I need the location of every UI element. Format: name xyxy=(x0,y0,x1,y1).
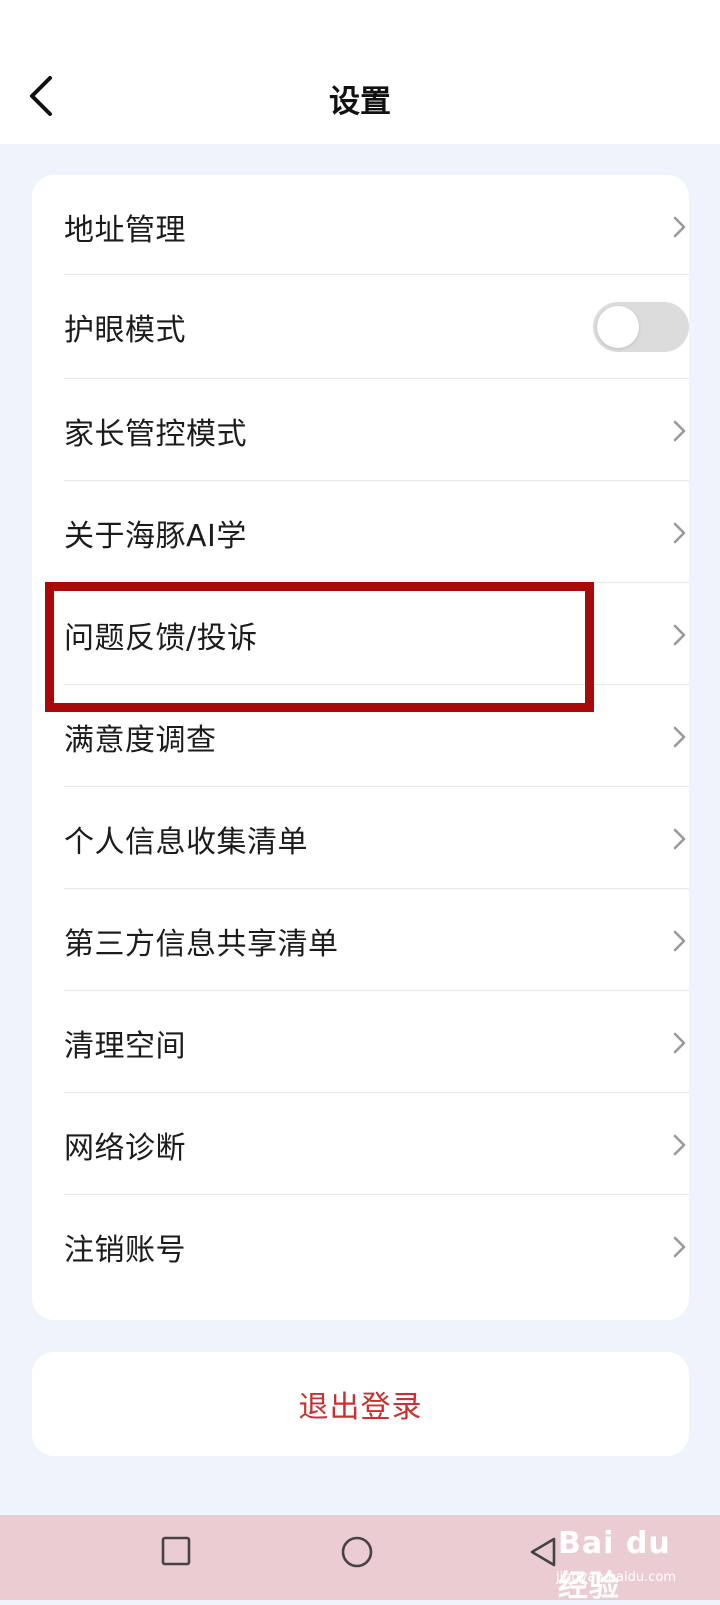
chevron-right-icon xyxy=(671,1232,689,1262)
chevron-right-icon xyxy=(671,1028,689,1058)
nav-recent-button[interactable] xyxy=(160,1535,192,1567)
settings-item-label: 关于海豚AI学 xyxy=(64,519,247,554)
chevron-right-icon xyxy=(671,416,689,446)
square-icon xyxy=(161,1536,191,1566)
settings-item-address[interactable]: 地址管理 xyxy=(64,175,689,279)
settings-item-delete-account[interactable]: 注销账号 xyxy=(64,1195,689,1299)
chevron-right-icon xyxy=(671,926,689,956)
settings-item-label: 个人信息收集清单 xyxy=(64,825,308,860)
system-navigation-bar xyxy=(0,1515,720,1600)
chevron-right-icon xyxy=(671,824,689,854)
settings-item-label: 家长管控模式 xyxy=(64,417,247,452)
circle-icon xyxy=(341,1536,373,1568)
chevron-right-icon xyxy=(671,1130,689,1160)
status-bar xyxy=(0,0,720,48)
settings-item-label: 满意度调查 xyxy=(64,723,217,758)
settings-item-label: 护眼模式 xyxy=(64,313,186,348)
settings-item-label: 地址管理 xyxy=(64,213,186,248)
triangle-left-icon xyxy=(530,1537,556,1567)
settings-item-label: 清理空间 xyxy=(64,1029,186,1064)
settings-item-feedback[interactable]: 问题反馈/投诉 xyxy=(64,583,689,687)
settings-item-label: 问题反馈/投诉 xyxy=(64,621,258,656)
settings-item-parental-control[interactable]: 家长管控模式 xyxy=(64,379,689,483)
chevron-right-icon xyxy=(671,212,689,242)
settings-item-label: 网络诊断 xyxy=(64,1131,186,1166)
settings-item-network-diagnosis[interactable]: 网络诊断 xyxy=(64,1093,689,1197)
settings-item-label: 第三方信息共享清单 xyxy=(64,927,339,962)
page-title: 设置 xyxy=(329,84,391,120)
settings-item-survey[interactable]: 满意度调查 xyxy=(64,685,689,789)
chevron-right-icon xyxy=(671,518,689,548)
settings-item-clear-space[interactable]: 清理空间 xyxy=(64,991,689,1095)
header: 设置 xyxy=(0,48,720,144)
chevron-right-icon xyxy=(671,620,689,650)
settings-item-third-party-list[interactable]: 第三方信息共享清单 xyxy=(64,889,689,993)
logout-button[interactable]: 退出登录 xyxy=(32,1352,689,1456)
settings-item-about[interactable]: 关于海豚AI学 xyxy=(64,481,689,585)
settings-item-personal-info-list[interactable]: 个人信息收集清单 xyxy=(64,787,689,891)
settings-list: 地址管理 护眼模式 家长管控模式 关于海豚AI学 问题反馈/投诉 满意度调查 个… xyxy=(32,175,689,1320)
nav-home-button[interactable] xyxy=(340,1535,374,1569)
nav-back-button[interactable] xyxy=(528,1535,558,1569)
settings-item-label: 注销账号 xyxy=(64,1233,186,1268)
eye-care-toggle[interactable] xyxy=(593,302,689,352)
chevron-right-icon xyxy=(671,722,689,752)
settings-item-eye-care: 护眼模式 xyxy=(64,275,689,379)
logout-label: 退出登录 xyxy=(298,1390,423,1425)
toggle-knob xyxy=(597,306,639,348)
